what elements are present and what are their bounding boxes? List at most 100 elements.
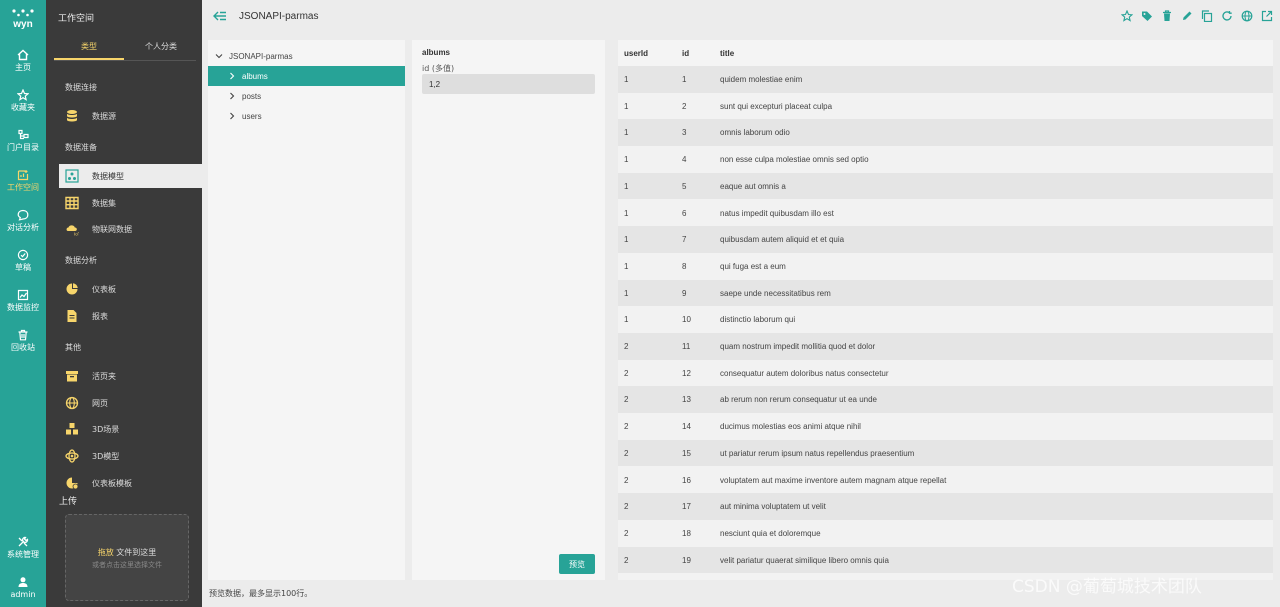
portal-icon	[18, 129, 29, 140]
open-external-icon[interactable]	[1261, 10, 1273, 22]
table-row[interactable]: 1 4 non esse culpa molestiae omnis sed opt…	[618, 146, 1273, 173]
nav-item-binder[interactable]: 活页夹	[59, 364, 202, 388]
tree-item-posts[interactable]: posts	[208, 86, 405, 106]
nav-item-label: 活页夹	[92, 372, 116, 381]
table-cell: 2	[624, 395, 629, 405]
globe-icon[interactable]	[1241, 10, 1253, 22]
nav-item-label: 3D模型	[92, 452, 120, 461]
workspace-icon	[17, 170, 29, 181]
table-row[interactable]: 1 6 natus impedit quibusdam illo est	[618, 199, 1273, 227]
rail-label: 对话分析	[7, 223, 39, 232]
star-icon[interactable]	[1121, 10, 1133, 22]
nav-item-data-source[interactable]: 数据源	[59, 104, 202, 128]
table-row[interactable]: 1 7 quibusdam autem aliquid et et quia	[618, 226, 1273, 253]
table-row[interactable]: 1 2 sunt qui excepturi placeat culpa	[618, 92, 1273, 120]
star-icon	[16, 88, 30, 101]
table-cell: 1	[624, 101, 629, 111]
iot-icon: IoT	[66, 225, 79, 236]
refresh-icon[interactable]	[1221, 10, 1233, 22]
table-row[interactable]: 1 1 quidem molestiae enim	[618, 66, 1273, 93]
rail-favorites[interactable]: 收藏夹	[0, 83, 46, 121]
logo-text: wyn	[12, 19, 32, 30]
rail-label: 收藏夹	[11, 103, 35, 112]
nav-item-dashboard-template[interactable]: 仪表板模板	[59, 471, 202, 495]
table-row[interactable]: 2 12 consequatur autem doloribus natus con…	[618, 359, 1273, 387]
rail-chat[interactable]: 对话分析	[0, 203, 46, 241]
table-row[interactable]: 1 3 omnis laborum odio	[618, 119, 1273, 147]
rail-workspace[interactable]: 工作空间	[0, 163, 46, 201]
rail-home[interactable]: 主页	[0, 43, 46, 81]
table-cell: 1	[624, 75, 629, 84]
table-cell: quidem molestiae enim	[720, 75, 803, 84]
table-row[interactable]: 1 5 eaque aut omnis a	[618, 172, 1273, 200]
table-row[interactable]: 2 16 voluptatem aut maxime inventore autem…	[618, 466, 1273, 494]
rail-draft[interactable]: 草稿	[0, 243, 46, 281]
nav-item-3d-scene[interactable]: 3D场景	[59, 417, 202, 441]
tree-item-users[interactable]: users	[208, 106, 405, 126]
page-title: JSONAPI-parmas	[239, 11, 319, 22]
rail-system[interactable]: 系统管理	[0, 530, 46, 568]
table-row[interactable]: 1 9 saepe unde necessitatibus rem	[618, 279, 1273, 307]
edit-icon[interactable]	[1181, 10, 1193, 22]
table-cell: 14	[682, 422, 691, 432]
wyn-logo[interactable]: wyn	[10, 8, 36, 30]
rail-trash[interactable]: 回收站	[0, 323, 46, 361]
tree-root[interactable]: JSONAPI-parmas	[208, 46, 405, 66]
nav-item-dataset[interactable]: 数据集	[59, 191, 202, 215]
table-row[interactable]: 2 19 velit pariatur quaerat similique libe…	[618, 546, 1273, 574]
table-cell: 17	[682, 502, 691, 512]
chat-icon	[17, 209, 29, 221]
rail-label: 回收站	[11, 343, 35, 352]
nav-item-web[interactable]: 网页	[59, 391, 202, 415]
table-cell: 2	[624, 555, 629, 565]
table-cell: velit pariatur quaerat similique libero …	[720, 555, 889, 565]
table-row[interactable]: 2 14 ducimus molestias eos animi atque nih…	[618, 413, 1273, 440]
chevron-right-icon	[230, 112, 235, 120]
nav-item-label: 数据集	[92, 199, 116, 208]
dashboard-icon	[66, 283, 78, 295]
copy-icon[interactable]	[1201, 10, 1213, 22]
column-header[interactable]: title	[720, 49, 734, 58]
table-row[interactable]: 2 18 nesciunt quia et doloremque	[618, 519, 1273, 547]
delete-icon[interactable]	[1161, 10, 1173, 22]
nav-item-dashboard[interactable]: 仪表板	[59, 277, 202, 301]
tree-item-label: users	[242, 112, 262, 121]
table-cell: ducimus molestias eos animi atque nihil	[720, 422, 861, 432]
tab-type[interactable]: 类型	[54, 36, 124, 60]
upload-hint: 或者点击这里选择文件	[92, 561, 162, 569]
nav-item-iot-data[interactable]: IoT 物联网数据	[59, 217, 202, 241]
trash-icon	[18, 329, 28, 341]
upload-dropzone[interactable]: 拖放 文件到这里 或者点击这里选择文件	[65, 514, 189, 601]
tab-personal-category[interactable]: 个人分类	[126, 36, 196, 60]
nav-item-data-model[interactable]: 数据模型	[59, 164, 202, 188]
table-cell: 1	[624, 208, 629, 218]
table-cell: 1	[624, 288, 629, 298]
rail-user[interactable]: admin	[0, 570, 46, 607]
tree-item-albums[interactable]: albums	[208, 66, 405, 86]
rail-monitor[interactable]: 数据监控	[0, 283, 46, 321]
table-cell: 10	[682, 315, 691, 325]
table-row[interactable]: 2 15 ut pariatur rerum ipsum natus repelle…	[618, 439, 1273, 467]
table-cell: 19	[682, 555, 691, 565]
upload-link[interactable]: 拖放	[98, 548, 114, 557]
table-cell: 9	[682, 288, 687, 298]
table-row[interactable]: 1 8 qui fuga est a eum	[618, 252, 1273, 280]
column-header[interactable]: userId	[624, 49, 648, 58]
preview-button[interactable]: 预览	[559, 554, 595, 574]
tools-icon	[18, 536, 29, 547]
nav-tabs: 类型 个人分类	[54, 36, 196, 60]
table-row[interactable]: 2 11 quam nostrum impedit mollitia quod et…	[618, 333, 1273, 360]
nav-item-label: 3D场景	[92, 425, 120, 434]
nav-item-3d-model[interactable]: 3D模型	[59, 444, 202, 468]
table-row[interactable]: 2 13 ab rerum non rerum consequatur ut ea …	[618, 386, 1273, 414]
back-icon[interactable]	[213, 10, 227, 22]
column-header[interactable]: id	[682, 49, 689, 58]
table-row[interactable]: 2 17 aut minima voluptatem ut velit	[618, 493, 1273, 520]
nav-item-label: 数据源	[92, 112, 116, 121]
table-cell: 1	[624, 235, 629, 245]
tag-icon[interactable]	[1141, 10, 1153, 22]
rail-portal[interactable]: 门户目录	[0, 123, 46, 161]
nav-item-report[interactable]: 报表	[59, 304, 202, 328]
param-id-input[interactable]	[422, 74, 595, 94]
table-row[interactable]: 1 10 distinctio laborum qui	[618, 306, 1273, 333]
